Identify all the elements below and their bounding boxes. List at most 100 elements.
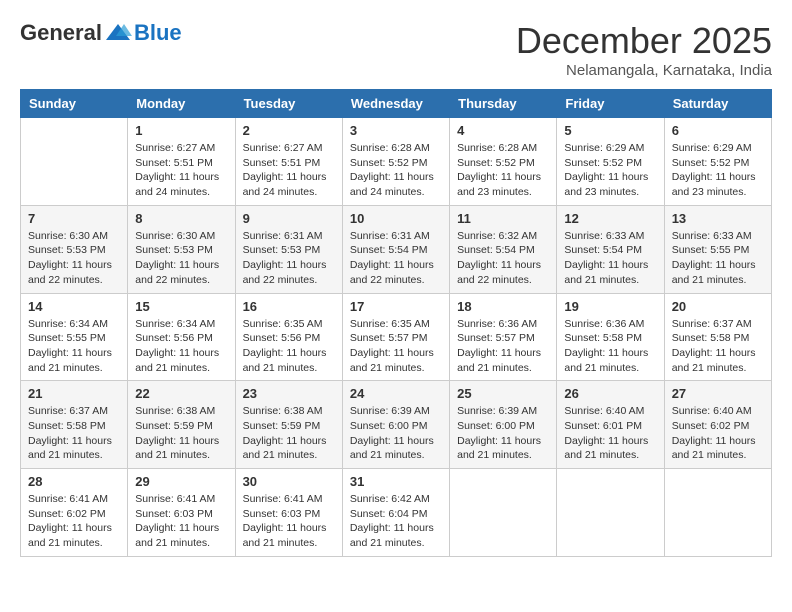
day-info: Sunrise: 6:36 AMSunset: 5:57 PMDaylight:… — [457, 317, 549, 376]
calendar-cell: 3Sunrise: 6:28 AMSunset: 5:52 PMDaylight… — [342, 118, 449, 206]
calendar-cell: 19 Sunrise: 6:36 AMSunset: 5:58 PMDayligh… — [557, 293, 664, 381]
day-info: Sunrise: 6:41 AMSunset: 6:02 PMDaylight:… — [28, 492, 120, 551]
day-info: Sunrise: 6:37 AMSunset: 5:58 PMDaylight:… — [672, 317, 764, 376]
day-number: 28 — [28, 474, 120, 489]
day-number: 18 — [457, 299, 549, 314]
calendar-week-3: 14 Sunrise: 6:34 AMSunset: 5:55 PMDayligh… — [21, 293, 772, 381]
day-number: 23 — [243, 386, 335, 401]
calendar-cell: 10 Sunrise: 6:31 AMSunset: 5:54 PMDayligh… — [342, 205, 449, 293]
calendar-cell: 13Sunrise: 6:33 AMSunset: 5:55 PMDayligh… — [664, 205, 771, 293]
calendar-cell: 23Sunrise: 6:38 AMSunset: 5:59 PMDayligh… — [235, 381, 342, 469]
day-info: Sunrise: 6:32 AMSunset: 5:54 PMDaylight:… — [457, 229, 549, 288]
day-info: Sunrise: 6:35 AMSunset: 5:57 PMDaylight:… — [350, 317, 442, 376]
calendar-cell — [450, 469, 557, 557]
calendar-week-1: 1 Sunrise: 6:27 AMSunset: 5:51 PMDaylight… — [21, 118, 772, 206]
day-info: Sunrise: 6:30 AMSunset: 5:53 PMDaylight:… — [135, 229, 227, 288]
weekday-header-sunday: Sunday — [21, 90, 128, 118]
day-number: 27 — [672, 386, 764, 401]
day-info: Sunrise: 6:30 AMSunset: 5:53 PMDaylight:… — [28, 229, 120, 288]
day-number: 9 — [243, 211, 335, 226]
day-number: 22 — [135, 386, 227, 401]
day-info: Sunrise: 6:34 AMSunset: 5:55 PMDaylight:… — [28, 317, 120, 376]
day-info: Sunrise: 6:27 AMSunset: 5:51 PMDaylight:… — [135, 141, 227, 200]
calendar-cell: 26 Sunrise: 6:40 AMSunset: 6:01 PMDayligh… — [557, 381, 664, 469]
calendar-cell: 9 Sunrise: 6:31 AMSunset: 5:53 PMDaylight… — [235, 205, 342, 293]
day-info: Sunrise: 6:29 AMSunset: 5:52 PMDaylight:… — [564, 141, 656, 200]
day-number: 30 — [243, 474, 335, 489]
day-info: Sunrise: 6:29 AMSunset: 5:52 PMDaylight:… — [672, 141, 764, 200]
calendar-cell: 25 Sunrise: 6:39 AMSunset: 6:00 PMDayligh… — [450, 381, 557, 469]
page-header: General Blue December 2025 Nelamangala, … — [20, 20, 772, 79]
calendar-cell: 29Sunrise: 6:41 AMSunset: 6:03 PMDayligh… — [128, 469, 235, 557]
day-number: 7 — [28, 211, 120, 226]
logo-icon — [104, 22, 132, 44]
day-info: Sunrise: 6:28 AMSunset: 5:52 PMDaylight:… — [350, 141, 442, 200]
day-number: 10 — [350, 211, 442, 226]
calendar-cell: 28 Sunrise: 6:41 AMSunset: 6:02 PMDayligh… — [21, 469, 128, 557]
day-number: 16 — [243, 299, 335, 314]
calendar-cell: 5Sunrise: 6:29 AMSunset: 5:52 PMDaylight… — [557, 118, 664, 206]
day-info: Sunrise: 6:38 AMSunset: 5:59 PMDaylight:… — [135, 404, 227, 463]
day-info: Sunrise: 6:35 AMSunset: 5:56 PMDaylight:… — [243, 317, 335, 376]
calendar-cell — [664, 469, 771, 557]
day-number: 25 — [457, 386, 549, 401]
calendar-cell: 24Sunrise: 6:39 AMSunset: 6:00 PMDayligh… — [342, 381, 449, 469]
day-info: Sunrise: 6:39 AMSunset: 6:00 PMDaylight:… — [350, 404, 442, 463]
logo: General Blue — [20, 20, 182, 46]
day-info: Sunrise: 6:37 AMSunset: 5:58 PMDaylight:… — [28, 404, 120, 463]
calendar-cell: 22 Sunrise: 6:38 AMSunset: 5:59 PMDayligh… — [128, 381, 235, 469]
weekday-header-tuesday: Tuesday — [235, 90, 342, 118]
calendar-cell: 30 Sunrise: 6:41 AMSunset: 6:03 PMDayligh… — [235, 469, 342, 557]
day-info: Sunrise: 6:36 AMSunset: 5:58 PMDaylight:… — [564, 317, 656, 376]
title-section: December 2025 Nelamangala, Karnataka, In… — [516, 20, 772, 79]
day-number: 14 — [28, 299, 120, 314]
month-title: December 2025 — [516, 20, 772, 62]
day-number: 4 — [457, 123, 549, 138]
day-number: 29 — [135, 474, 227, 489]
logo-blue-text: Blue — [134, 20, 182, 46]
day-info: Sunrise: 6:40 AMSunset: 6:01 PMDaylight:… — [564, 404, 656, 463]
calendar-cell: 20 Sunrise: 6:37 AMSunset: 5:58 PMDayligh… — [664, 293, 771, 381]
day-info: Sunrise: 6:31 AMSunset: 5:53 PMDaylight:… — [243, 229, 335, 288]
day-info: Sunrise: 6:28 AMSunset: 5:52 PMDaylight:… — [457, 141, 549, 200]
calendar-cell: 6Sunrise: 6:29 AMSunset: 5:52 PMDaylight… — [664, 118, 771, 206]
location-text: Nelamangala, Karnataka, India — [516, 62, 772, 79]
calendar-cell: 16 Sunrise: 6:35 AMSunset: 5:56 PMDayligh… — [235, 293, 342, 381]
day-number: 15 — [135, 299, 227, 314]
calendar-week-4: 21 Sunrise: 6:37 AMSunset: 5:58 PMDayligh… — [21, 381, 772, 469]
calendar-table: SundayMondayTuesdayWednesdayThursdayFrid… — [20, 89, 772, 557]
day-number: 31 — [350, 474, 442, 489]
day-number: 21 — [28, 386, 120, 401]
calendar-cell: 11 Sunrise: 6:32 AMSunset: 5:54 PMDayligh… — [450, 205, 557, 293]
calendar-cell: 31 Sunrise: 6:42 AMSunset: 6:04 PMDayligh… — [342, 469, 449, 557]
weekday-header-saturday: Saturday — [664, 90, 771, 118]
day-info: Sunrise: 6:40 AMSunset: 6:02 PMDaylight:… — [672, 404, 764, 463]
calendar-cell: 15Sunrise: 6:34 AMSunset: 5:56 PMDayligh… — [128, 293, 235, 381]
calendar-header-row: SundayMondayTuesdayWednesdayThursdayFrid… — [21, 90, 772, 118]
day-info: Sunrise: 6:27 AMSunset: 5:51 PMDaylight:… — [243, 141, 335, 200]
day-number: 20 — [672, 299, 764, 314]
calendar-cell: 8Sunrise: 6:30 AMSunset: 5:53 PMDaylight… — [128, 205, 235, 293]
day-number: 2 — [243, 123, 335, 138]
day-number: 1 — [135, 123, 227, 138]
day-info: Sunrise: 6:42 AMSunset: 6:04 PMDaylight:… — [350, 492, 442, 551]
day-number: 26 — [564, 386, 656, 401]
day-number: 12 — [564, 211, 656, 226]
day-number: 19 — [564, 299, 656, 314]
day-info: Sunrise: 6:41 AMSunset: 6:03 PMDaylight:… — [243, 492, 335, 551]
day-number: 11 — [457, 211, 549, 226]
day-info: Sunrise: 6:31 AMSunset: 5:54 PMDaylight:… — [350, 229, 442, 288]
day-info: Sunrise: 6:33 AMSunset: 5:55 PMDaylight:… — [672, 229, 764, 288]
calendar-cell: 1 Sunrise: 6:27 AMSunset: 5:51 PMDaylight… — [128, 118, 235, 206]
calendar-week-2: 7 Sunrise: 6:30 AMSunset: 5:53 PMDaylight… — [21, 205, 772, 293]
calendar-cell: 21 Sunrise: 6:37 AMSunset: 5:58 PMDayligh… — [21, 381, 128, 469]
weekday-header-wednesday: Wednesday — [342, 90, 449, 118]
day-info: Sunrise: 6:33 AMSunset: 5:54 PMDaylight:… — [564, 229, 656, 288]
calendar-cell: 4 Sunrise: 6:28 AMSunset: 5:52 PMDaylight… — [450, 118, 557, 206]
weekday-header-friday: Friday — [557, 90, 664, 118]
day-info: Sunrise: 6:39 AMSunset: 6:00 PMDaylight:… — [457, 404, 549, 463]
weekday-header-monday: Monday — [128, 90, 235, 118]
day-number: 17 — [350, 299, 442, 314]
weekday-header-thursday: Thursday — [450, 90, 557, 118]
calendar-cell: 27 Sunrise: 6:40 AMSunset: 6:02 PMDayligh… — [664, 381, 771, 469]
